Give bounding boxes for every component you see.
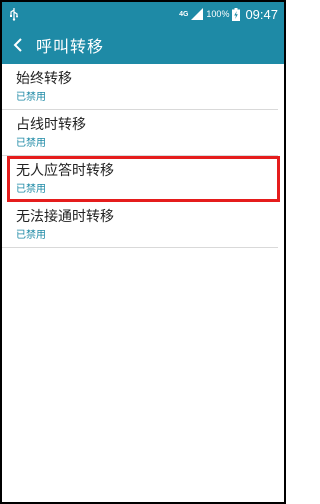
list-item-forward-when-unreachable[interactable]: 无法接通时转移 已禁用 — [2, 202, 278, 248]
signal-icon — [191, 8, 204, 20]
usb-icon — [10, 8, 18, 21]
item-title: 占线时转移 — [16, 117, 86, 133]
back-button[interactable] — [10, 34, 26, 56]
status-bar: 4G 100% 09:47 — [2, 2, 284, 26]
battery-charging-icon — [232, 7, 241, 21]
item-status: 已禁用 — [16, 184, 46, 195]
screen-frame: 4G 100% 09:47 呼叫转移 始终转移 已禁用 占线时转移 已禁用 无人… — [0, 0, 286, 504]
call-forwarding-list: 始终转移 已禁用 占线时转移 已禁用 无人应答时转移 已禁用 无法接通时转移 已… — [2, 64, 284, 248]
network-type-label: 4G — [179, 10, 189, 18]
item-title: 无人应答时转移 — [16, 163, 114, 179]
status-left — [8, 7, 179, 21]
status-right: 4G 100% 09:47 — [179, 7, 278, 22]
list-item-always-forward[interactable]: 始终转移 已禁用 — [2, 64, 278, 110]
item-status: 已禁用 — [16, 92, 46, 103]
item-title: 无法接通时转移 — [16, 209, 114, 225]
chevron-left-icon — [13, 38, 22, 52]
action-bar: 呼叫转移 — [2, 26, 284, 64]
item-status: 已禁用 — [16, 138, 46, 149]
battery-percent: 100% — [206, 9, 230, 19]
clock: 09:47 — [245, 6, 278, 22]
list-item-forward-when-unanswered[interactable]: 无人应答时转移 已禁用 — [7, 156, 280, 202]
item-title: 始终转移 — [16, 71, 72, 87]
list-item-forward-when-busy[interactable]: 占线时转移 已禁用 — [2, 110, 278, 156]
item-status: 已禁用 — [16, 230, 46, 241]
page-title: 呼叫转移 — [36, 37, 105, 56]
